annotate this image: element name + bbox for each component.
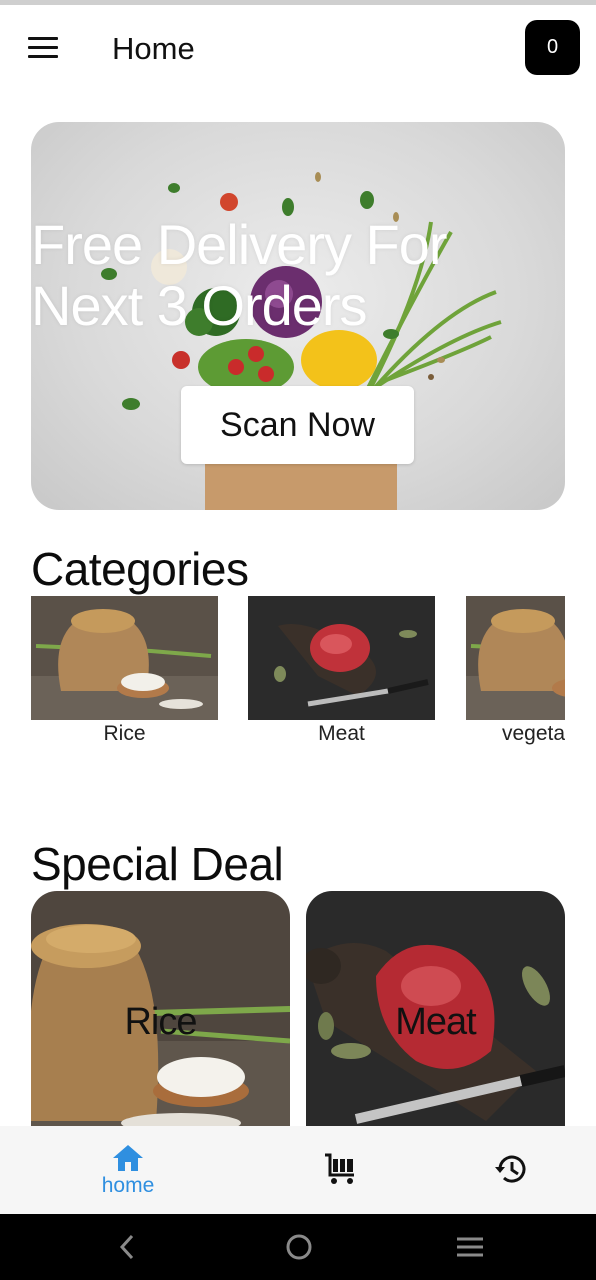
home-icon	[113, 1145, 143, 1171]
categories-list[interactable]: Rice Meat vegeta	[31, 596, 565, 756]
home-circle-icon[interactable]	[284, 1232, 314, 1262]
special-deal-heading: Special Deal	[31, 838, 284, 890]
category-label: Meat	[318, 722, 365, 745]
categories-heading: Categories	[31, 543, 249, 595]
cart-icon	[325, 1153, 354, 1184]
category-label: Rice	[103, 722, 146, 745]
hamburger-menu-icon[interactable]	[28, 37, 58, 59]
rice-image	[466, 596, 565, 720]
page-title: Home	[112, 31, 195, 66]
cart-count-badge[interactable]: 0	[525, 20, 580, 75]
category-card-vegetables[interactable]: vegeta	[466, 596, 565, 751]
deal-card-meat[interactable]: Meat	[306, 891, 565, 1127]
deal-card-rice[interactable]: Rice	[31, 891, 290, 1127]
system-navigation-bar	[0, 1214, 596, 1280]
rice-image	[31, 596, 218, 720]
banner-title: Free Delivery For Next 3 Orders	[31, 214, 551, 336]
deal-label: Rice	[124, 1001, 197, 1043]
banner-title-line-2: Next 3 Orders	[31, 274, 368, 337]
category-label: vegeta	[502, 722, 565, 745]
bottom-navigation: home	[0, 1126, 596, 1214]
meat-image	[248, 596, 435, 720]
scan-now-button[interactable]: Scan Now	[181, 386, 414, 464]
back-icon[interactable]	[116, 1232, 138, 1262]
category-card-meat[interactable]: Meat	[248, 596, 435, 751]
special-deal-list: Rice Meat	[31, 891, 565, 1127]
banner-title-line-1: Free Delivery For	[31, 213, 448, 276]
recents-icon[interactable]	[455, 1232, 485, 1262]
history-icon	[495, 1155, 526, 1183]
promo-banner: Free Delivery For Next 3 Orders Scan Now	[31, 122, 565, 510]
category-card-rice[interactable]: Rice	[31, 596, 218, 751]
deal-label: Meat	[395, 1001, 476, 1043]
app-bar: Home 0	[0, 5, 596, 93]
nav-home-label: home	[101, 1174, 155, 1197]
